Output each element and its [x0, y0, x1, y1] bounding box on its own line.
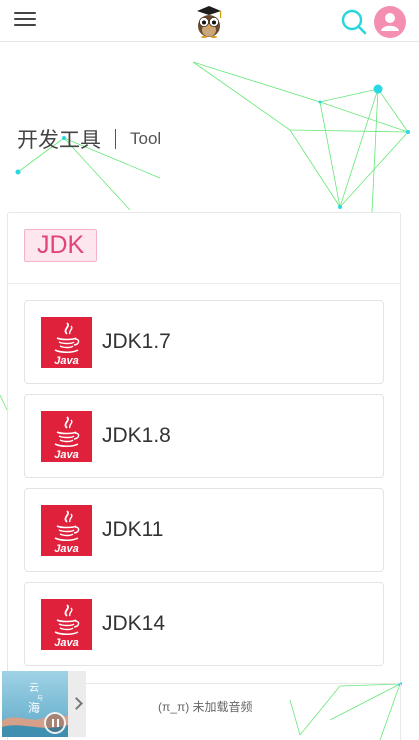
audio-status-text: (π_π) 未加载音频 [158, 700, 253, 714]
title-divider [115, 129, 116, 149]
svg-text:云: 云 [29, 683, 39, 694]
tool-item-jdk14[interactable]: Java JDK14 [24, 582, 384, 666]
tool-item-label: JDK1.7 [102, 330, 171, 353]
tool-item-label: JDK14 [102, 612, 166, 635]
user-avatar-icon [381, 13, 399, 31]
java-icon: Java [41, 317, 92, 368]
svg-text:Java: Java [54, 543, 78, 555]
page-title: 开发工具 Tool [17, 124, 161, 154]
music-player[interactable]: 云 与 海 [2, 671, 86, 737]
java-icon: Java [41, 599, 92, 650]
hamburger-menu-icon[interactable] [14, 12, 36, 30]
user-avatar[interactable] [374, 6, 406, 38]
owl-logo-icon[interactable] [193, 4, 225, 38]
page-title-english: Tool [130, 129, 162, 148]
java-icon: Java [41, 505, 92, 556]
svg-text:Java: Java [54, 355, 78, 367]
svg-text:Java: Java [54, 637, 78, 649]
tool-item-jdk17[interactable]: Java JDK1.7 [24, 300, 384, 384]
category-header: JDK [8, 213, 400, 284]
tool-item-jdk18[interactable]: Java JDK1.8 [24, 394, 384, 478]
tool-item-label: JDK1.8 [102, 424, 171, 447]
tool-item-jdk11[interactable]: Java JDK11 [24, 488, 384, 572]
page-title-chinese: 开发工具 [17, 129, 101, 152]
java-icon: Java [41, 411, 92, 462]
pause-icon[interactable] [44, 712, 66, 734]
chevron-right-icon[interactable] [68, 671, 86, 737]
svg-text:Java: Java [54, 449, 78, 461]
category-tag[interactable]: JDK [24, 229, 98, 262]
tool-item-label: JDK11 [102, 518, 164, 541]
svg-text:海: 海 [28, 700, 40, 715]
top-header [0, 0, 419, 42]
category-card: JDK Java JDK1.7 Java JDK1.8 Java JDK11 J… [7, 212, 401, 684]
search-icon[interactable] [341, 9, 367, 35]
